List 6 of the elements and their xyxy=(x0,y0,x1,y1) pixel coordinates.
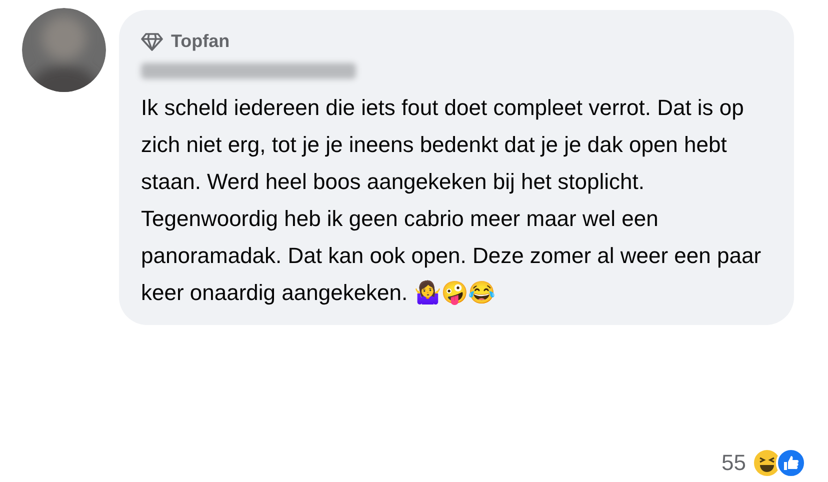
comment-text: Ik scheld iedereen die iets fout doet compleet verrot. Dat is op zich niet erg, tot je je ineens bedenkt dat je je dak open hebt staan. Werd heel boos aangekeken bij het stoplicht. Tegenwoordig heb ik geen cabrio meer maar wel een panoramadak. Dat kan ook open. Deze zomer al weer een paar keer onaardig aangekeken. 🤷‍♀🤪😂 xyxy=(141,94,762,307)
like-icon xyxy=(776,448,806,478)
avatar[interactable] xyxy=(22,8,106,92)
diamond-icon xyxy=(141,32,163,50)
reaction-count[interactable]: 55 xyxy=(722,446,746,479)
top-fan-label: Topfan xyxy=(171,30,230,53)
